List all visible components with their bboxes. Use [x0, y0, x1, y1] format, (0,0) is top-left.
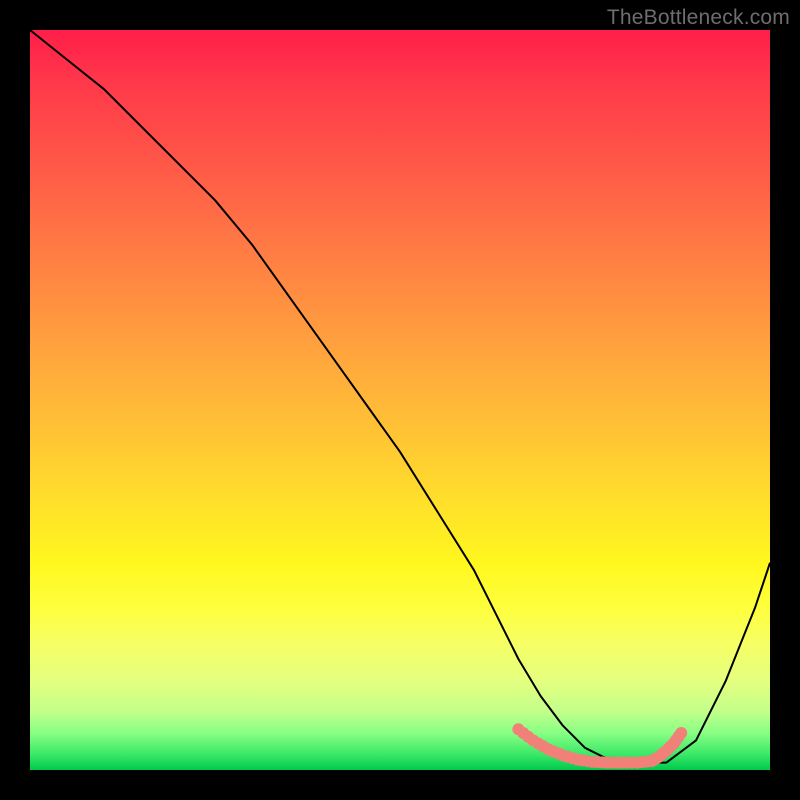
- bottleneck-curve: [30, 30, 770, 763]
- plot-area: [30, 30, 770, 770]
- curve-layer: [30, 30, 770, 770]
- watermark-text: TheBottleneck.com: [607, 6, 790, 30]
- chart-frame: TheBottleneck.com: [0, 0, 800, 800]
- optimal-range-highlight: [512, 723, 687, 768]
